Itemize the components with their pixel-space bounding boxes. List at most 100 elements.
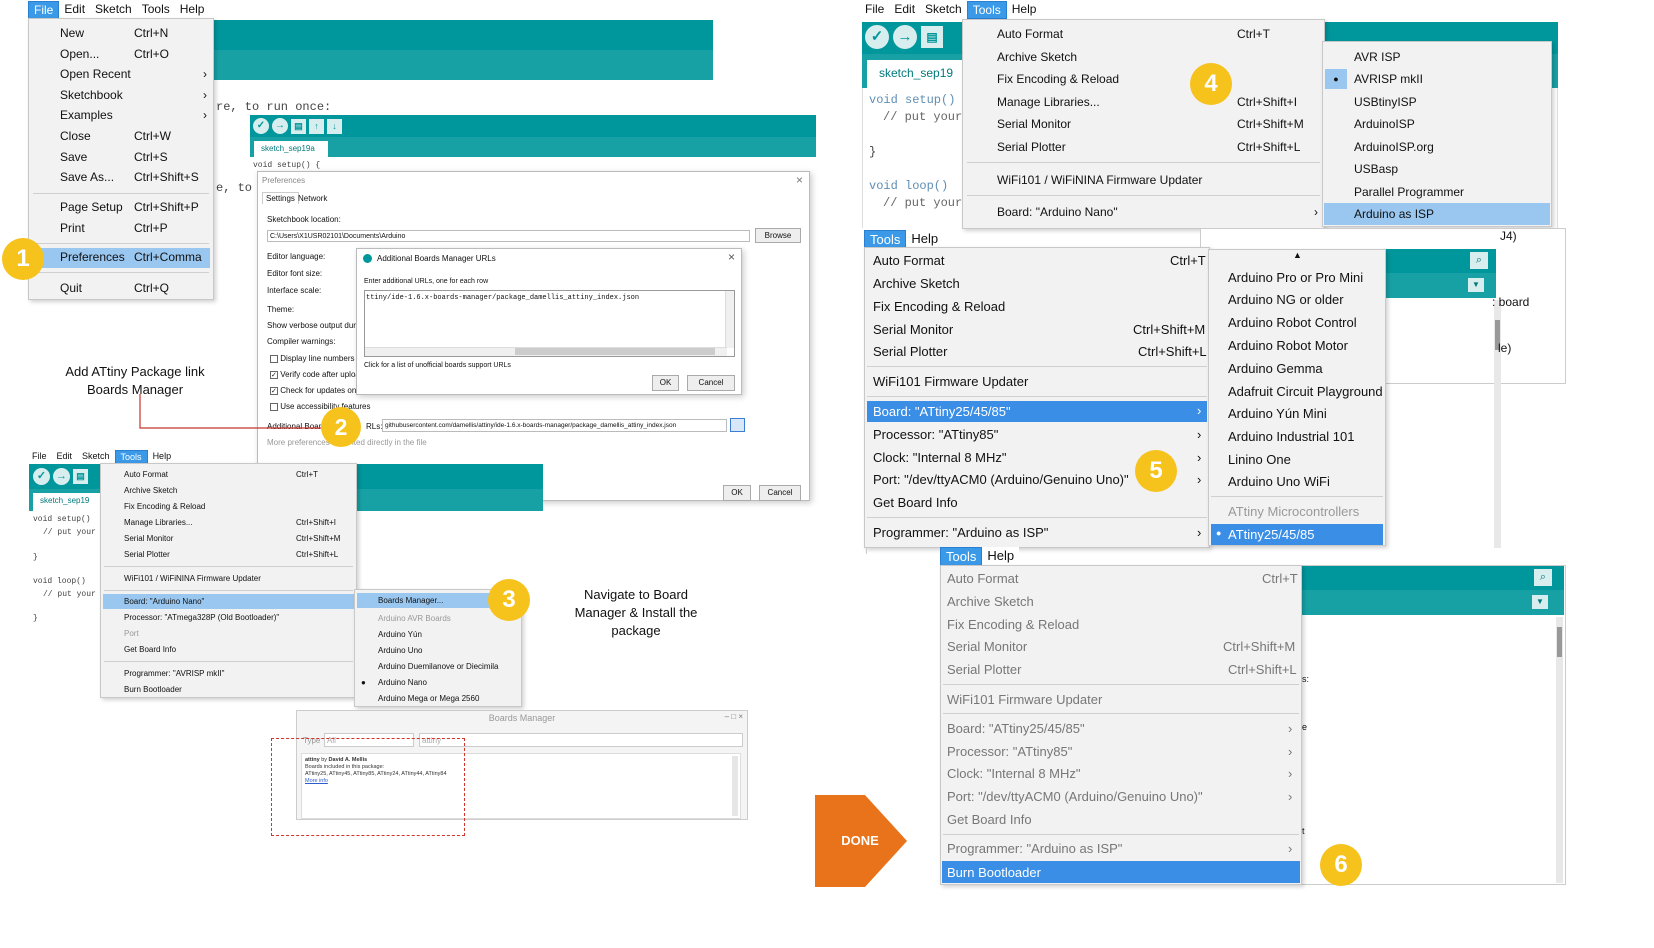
menu-tools[interactable]: Tools [137, 1, 175, 19]
code-line: void loop() [869, 179, 949, 193]
menu-item-arduino-as-isp[interactable]: Arduino as ISP [1324, 203, 1550, 225]
menu-divider [867, 396, 1207, 397]
menu-divider [104, 590, 353, 591]
sketchbook-path-input[interactable]: C:\Users\X1USR02101\Documents\Arduino [267, 230, 750, 242]
menu-item-examples[interactable]: Examples › [29, 108, 213, 126]
tab-sketch[interactable]: sketch_sep19a [254, 141, 328, 157]
menu-item-attiny[interactable]: ● ATtiny25/45/85 [1211, 524, 1383, 545]
browse-button[interactable]: Browse [755, 228, 801, 243]
menu-divider [104, 566, 353, 567]
tab-network[interactable]: Network [298, 194, 327, 203]
menu-sketch[interactable]: Sketch [90, 1, 137, 19]
tab-settings[interactable]: Settings [262, 192, 299, 204]
menu-edit[interactable]: Edit [59, 1, 90, 19]
maximize-icon[interactable]: □ [731, 712, 736, 721]
menu-tools[interactable]: Tools [966, 1, 1007, 19]
tab-sketch[interactable]: sketch_sep19 [33, 493, 101, 511]
ok-button[interactable]: OK [723, 485, 751, 501]
chevron-right-icon: › [1288, 744, 1293, 759]
menu-sketch[interactable]: Sketch [77, 450, 115, 464]
menu-edit[interactable]: Edit [52, 450, 78, 464]
scrollbar[interactable] [725, 291, 734, 348]
new-icon[interactable]: ▤ [921, 26, 943, 48]
menu-sketch[interactable]: Sketch [920, 1, 967, 19]
minimize-icon[interactable]: – [725, 712, 729, 721]
scroll-thumb[interactable] [1557, 627, 1562, 657]
chevron-right-icon: › [1197, 427, 1202, 442]
additional-urls-input[interactable]: githubusercontent.com/damellis/attiny/id… [382, 419, 727, 432]
close-icon[interactable]: × [728, 250, 735, 264]
code-fragment: s: [1302, 674, 1310, 684]
menu-item-save[interactable]: Save Ctrl+S [29, 150, 213, 168]
menu-item-quit[interactable]: Quit Ctrl+Q [29, 281, 213, 299]
label: Verify code after uploa [280, 370, 360, 379]
edit-urls-icon[interactable] [730, 418, 745, 432]
ide-tabbar-2 [250, 137, 816, 157]
menu-file[interactable]: File [860, 1, 889, 19]
checkbox-line-numbers[interactable]: Display line numbers [270, 354, 355, 363]
verify-icon[interactable]: ✓ [253, 118, 269, 134]
menu-item-open[interactable]: Open... Ctrl+O [29, 47, 213, 65]
code-line: void setup() [869, 93, 956, 107]
close-icon[interactable]: × [738, 712, 743, 721]
menu-item-sketchbook[interactable]: Sketchbook › [29, 88, 213, 106]
open-icon[interactable]: ↑ [309, 118, 324, 134]
chevron-right-icon: › [1197, 450, 1202, 465]
label: Sketchbook location: [267, 215, 341, 224]
cancel-button[interactable]: Cancel [687, 375, 735, 391]
toolbar-buttons-2: ✓ → ▤ ↑ ↓ [253, 118, 342, 134]
tab-menu-icon[interactable]: ▼ [1468, 278, 1484, 292]
menu-item-open-recent[interactable]: Open Recent › [29, 67, 213, 85]
upload-icon[interactable]: → [893, 25, 917, 49]
menu-divider [1211, 496, 1383, 497]
verify-icon[interactable]: ✓ [33, 468, 50, 485]
checkbox-verify[interactable]: ✓ Verify code after uploa [270, 370, 360, 379]
menu-help[interactable]: Help [1007, 1, 1042, 19]
serial-monitor-icon[interactable]: ⌕ [1470, 252, 1488, 269]
menu-help[interactable]: Help [148, 450, 177, 464]
cancel-button[interactable]: Cancel [759, 485, 801, 501]
menu-item-close[interactable]: Close Ctrl+W [29, 129, 213, 147]
menu-tools[interactable]: Tools [114, 450, 148, 464]
menu-tools[interactable]: Tools [940, 547, 983, 566]
ok-button[interactable]: OK [652, 375, 679, 391]
urls-textarea[interactable]: ttiny/ide-1.6.x-boards-manager/package_d… [364, 290, 735, 357]
menubar-6: Tools Help [940, 547, 1020, 566]
code-line: } [33, 614, 38, 623]
menu-item-page-setup[interactable]: Page Setup Ctrl+Shift+P [29, 200, 213, 218]
menu-file[interactable]: File [27, 450, 52, 464]
menu-help[interactable]: Help [175, 1, 210, 19]
scroll-up-icon[interactable]: ▲ [1293, 250, 1302, 260]
upload-icon[interactable]: → [272, 118, 288, 134]
scrollbar[interactable] [732, 756, 738, 816]
menu-item-burn-bootloader[interactable]: Burn Bootloader [942, 861, 1300, 883]
save-icon[interactable]: ↓ [327, 118, 342, 134]
menu-item-board[interactable]: Board: "Arduino Nano" [103, 594, 354, 609]
verify-icon[interactable]: ✓ [865, 25, 889, 49]
tab-menu-icon[interactable]: ▼ [1532, 595, 1548, 609]
menu-divider [867, 366, 1207, 367]
search-input[interactable]: attiny [419, 733, 743, 747]
menu-item-preferences[interactable]: Preferences Ctrl+Comma [32, 248, 210, 268]
new-icon[interactable]: ▤ [291, 118, 306, 134]
scroll-thumb[interactable] [515, 348, 715, 355]
menu-item-board[interactable]: Board: "ATtiny25/45/85" › [867, 401, 1207, 422]
menu-file[interactable]: File [28, 1, 60, 19]
unofficial-urls-link[interactable]: Click for a list of unofficial boards su… [364, 362, 511, 369]
menu-item-print[interactable]: Print Ctrl+P [29, 221, 213, 239]
additional-boards-dialog: Additional Boards Manager URLs × Enter a… [356, 248, 742, 395]
close-icon[interactable]: × [796, 173, 803, 187]
code-line: } [33, 553, 38, 562]
menu-divider [33, 272, 209, 273]
tools-menu-4: Auto Format Ctrl+T Archive Sketch Fix Enc… [962, 19, 1325, 229]
tab-sketch[interactable]: sketch_sep19 [867, 60, 967, 88]
new-icon[interactable]: ▤ [73, 469, 88, 484]
serial-monitor-icon[interactable]: ⌕ [1534, 569, 1552, 586]
menu-edit[interactable]: Edit [889, 1, 920, 19]
menu-item-save-as[interactable]: Save As... Ctrl+Shift+S [29, 170, 213, 188]
dialog-title: Preferences [262, 176, 306, 185]
menu-item-new[interactable]: New Ctrl+N [29, 26, 213, 44]
upload-icon[interactable]: → [53, 468, 70, 485]
step-badge-5: 5 [1135, 450, 1177, 492]
menu-help[interactable]: Help [982, 547, 1019, 566]
